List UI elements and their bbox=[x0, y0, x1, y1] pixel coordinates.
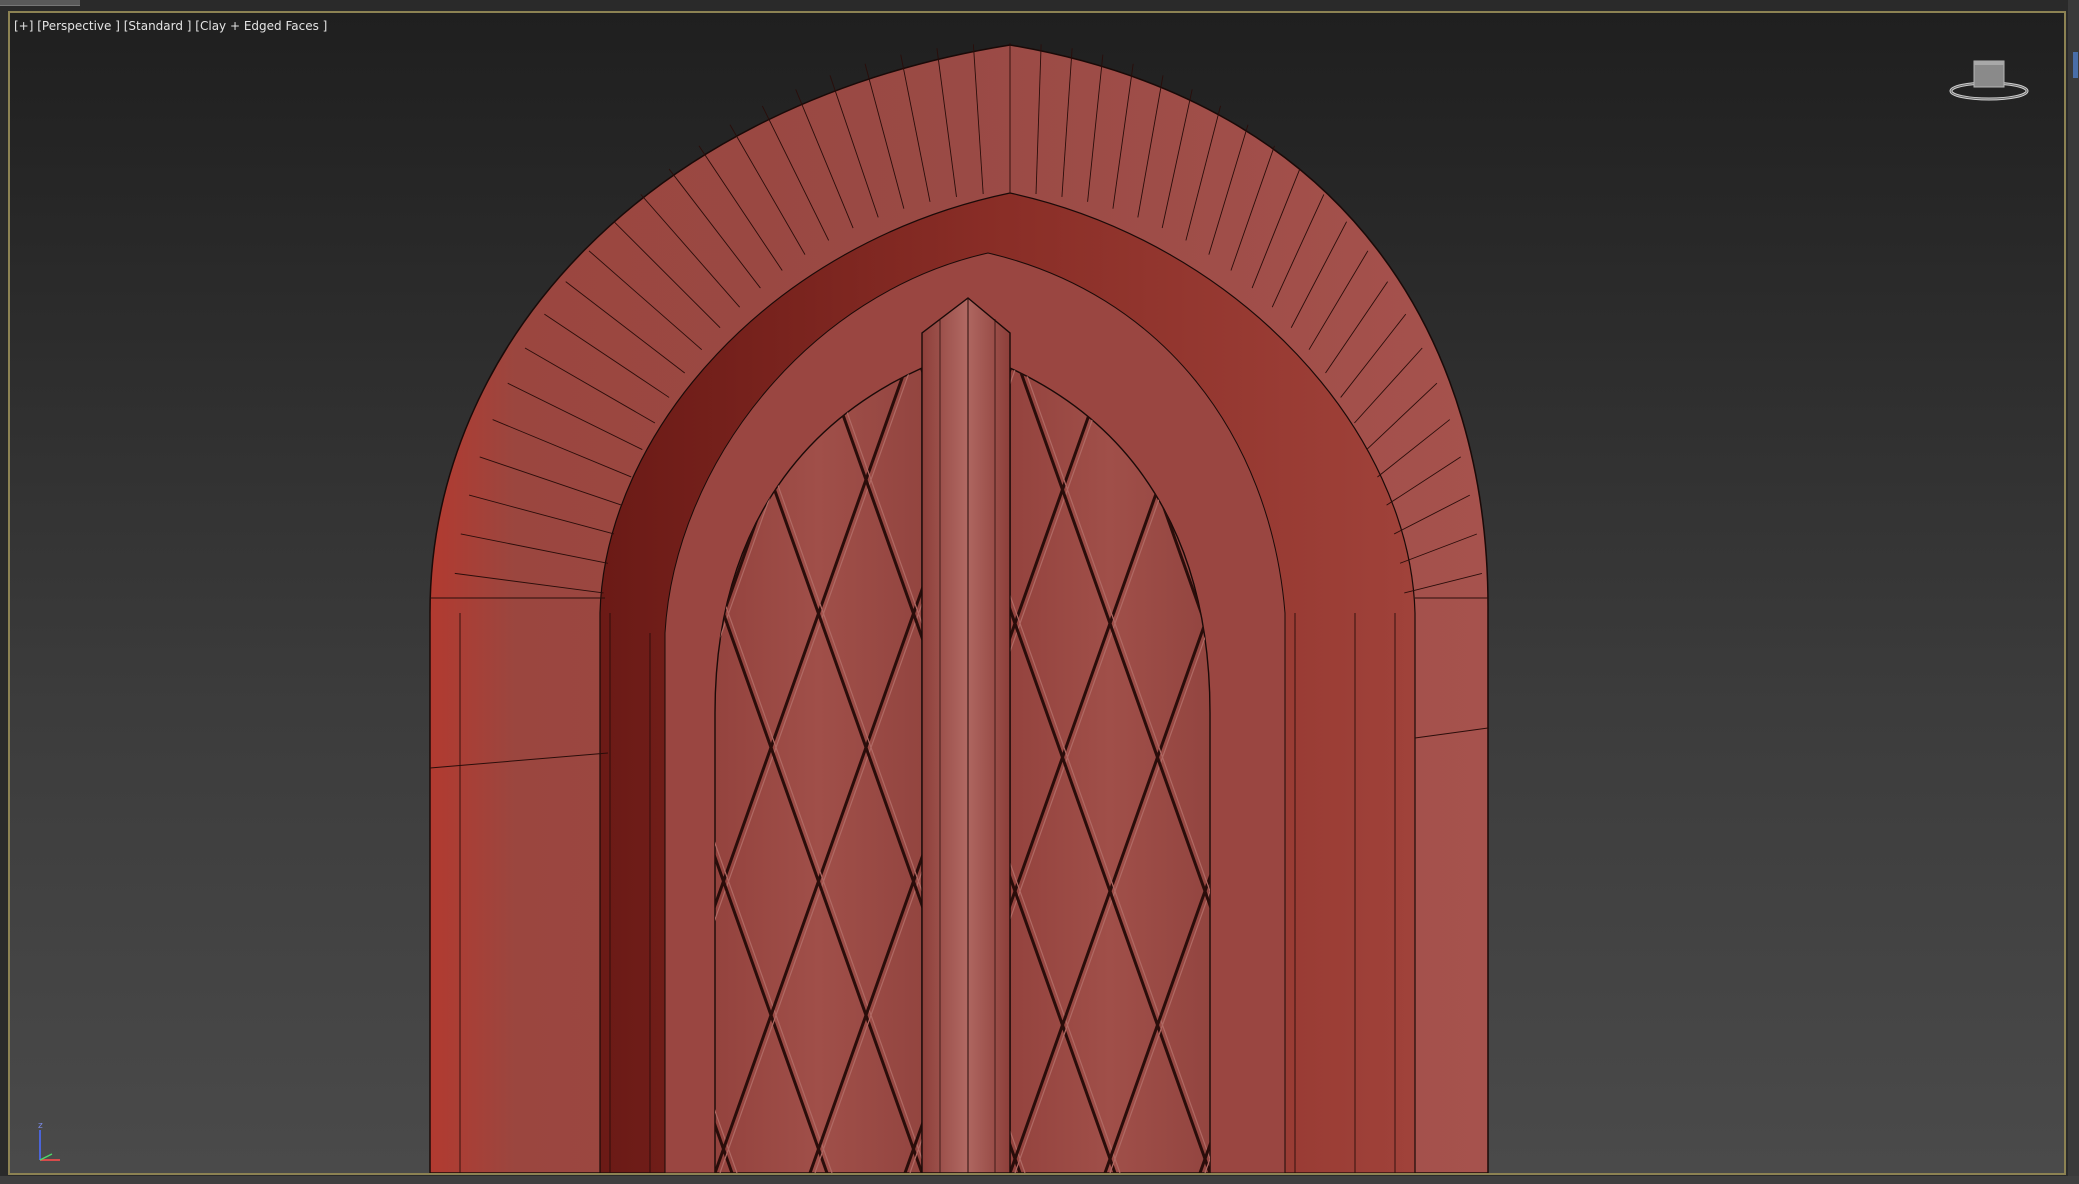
viewport-tab[interactable] bbox=[0, 0, 80, 6]
lattice-bar bbox=[1665, 13, 2064, 1173]
lattice-bar-highlight bbox=[1955, 13, 2064, 1173]
lattice-bar bbox=[1475, 13, 1970, 1173]
viewcube-icon[interactable] bbox=[1944, 51, 2034, 111]
lattice-bar-highlight bbox=[1857, 13, 2064, 1173]
lattice-bar-highlight bbox=[1585, 13, 2064, 1173]
lattice-bar bbox=[1472, 13, 1967, 1173]
lattice-bar-highlight bbox=[10, 13, 170, 1173]
axis-tripod-icon: z bbox=[38, 1121, 60, 1161]
lattice-bar-highlight bbox=[1670, 13, 2064, 1173]
lattice-bar-highlight bbox=[10, 13, 452, 1173]
lattice-bar bbox=[10, 13, 70, 1173]
lattice-bar bbox=[1675, 13, 2064, 1173]
lattice-bar-highlight bbox=[10, 13, 370, 1173]
lattice-bar-highlight bbox=[10, 13, 167, 1173]
lattice-bar bbox=[10, 13, 460, 1173]
lattice-bar-highlight bbox=[10, 13, 265, 1173]
lattice-bar-highlight bbox=[1952, 13, 2064, 1173]
lattice-bar-highlight bbox=[10, 13, 455, 1173]
lattice-bar-highlight bbox=[2050, 13, 2064, 1173]
lattice-bar bbox=[10, 13, 447, 1173]
lattice-bar bbox=[1770, 13, 2064, 1173]
lattice-bar bbox=[10, 13, 165, 1173]
axis-z-label: z bbox=[38, 1121, 43, 1131]
lattice-bar bbox=[1760, 13, 2064, 1173]
lattice-bar bbox=[10, 13, 450, 1173]
lattice-bar-highlight bbox=[10, 13, 265, 1173]
lattice-bar bbox=[10, 13, 355, 1173]
lattice-bar bbox=[1580, 13, 2064, 1173]
lattice-bar bbox=[1662, 13, 2064, 1173]
lattice-bar bbox=[10, 13, 450, 1173]
lattice-bar-highlight bbox=[1762, 13, 2064, 1173]
lattice-bar bbox=[10, 13, 165, 1173]
lattice-bar-highlight bbox=[1670, 13, 2064, 1173]
lattice-bar-highlight bbox=[1477, 13, 1972, 1173]
lattice-bar bbox=[1570, 13, 2064, 1173]
lattice-bar-highlight bbox=[10, 13, 75, 1173]
lattice-bar bbox=[1485, 13, 1980, 1173]
lattice-bar bbox=[10, 13, 67, 1173]
lattice-bar-highlight bbox=[10, 13, 262, 1173]
lattice-bar-highlight bbox=[10, 13, 360, 1173]
lattice-bar bbox=[10, 13, 355, 1173]
lattice-bar-highlight bbox=[1480, 13, 1975, 1173]
lattice-bar bbox=[2055, 13, 2064, 1173]
perspective-viewport[interactable]: [+] [Perspective ] [Standard ] [Clay + E… bbox=[8, 11, 2066, 1175]
scene-canvas[interactable] bbox=[10, 13, 2064, 1173]
lattice-bar bbox=[10, 13, 352, 1173]
lattice-bar-highlight bbox=[10, 13, 72, 1173]
lattice-bar-highlight bbox=[1860, 13, 2064, 1173]
lattice-bar-highlight bbox=[2060, 13, 2064, 1173]
lattice-bar-highlight bbox=[1680, 13, 2064, 1173]
lattice-bar-highlight bbox=[1575, 13, 2064, 1173]
lattice-bar-highlight bbox=[10, 13, 170, 1173]
lattice-bar-highlight bbox=[10, 13, 465, 1173]
lattice-bar bbox=[1950, 13, 2064, 1173]
lattice-bar bbox=[1665, 13, 2064, 1173]
lattice-bar-highlight bbox=[10, 13, 357, 1173]
lattice-bar bbox=[1475, 13, 1970, 1173]
lattice-bar-highlight bbox=[10, 13, 455, 1173]
lattice-bar-highlight bbox=[10, 13, 75, 1173]
lattice-bar-highlight bbox=[1765, 13, 2064, 1173]
lattice-bar bbox=[1757, 13, 2064, 1173]
lattice-bar bbox=[1760, 13, 2064, 1173]
lattice-bar bbox=[1950, 13, 2064, 1173]
lattice-bar-highlight bbox=[1870, 13, 2064, 1173]
lattice-bar-highlight bbox=[1860, 13, 2064, 1173]
lattice-bar bbox=[10, 13, 257, 1173]
lattice-bar bbox=[2045, 13, 2064, 1173]
lattice-bar bbox=[1570, 13, 2064, 1173]
lattice-bar bbox=[1960, 13, 2064, 1173]
lattice-bar bbox=[1855, 13, 2064, 1173]
lattice-bar bbox=[1567, 13, 2062, 1173]
lattice-bar-highlight bbox=[1490, 13, 1985, 1173]
center-mullion[interactable] bbox=[921, 297, 1011, 1173]
lattice-bar-highlight bbox=[1667, 13, 2064, 1173]
lattice-bar-highlight bbox=[1955, 13, 2064, 1173]
lattice-bar bbox=[1855, 13, 2064, 1173]
right-panel-edge bbox=[2068, 0, 2079, 1184]
lattice-bar-highlight bbox=[2050, 13, 2064, 1173]
lattice-bar bbox=[1947, 13, 2064, 1173]
lattice-bar bbox=[10, 13, 70, 1173]
lattice-bar-highlight bbox=[1765, 13, 2064, 1173]
lattice-bar bbox=[2045, 13, 2064, 1173]
lattice-bar bbox=[10, 13, 365, 1173]
lattice-bar-highlight bbox=[1965, 13, 2064, 1173]
lattice-bar bbox=[1865, 13, 2064, 1173]
lattice-bar-highlight bbox=[10, 13, 360, 1173]
lattice-bar bbox=[1852, 13, 2064, 1173]
lattice-bar-highlight bbox=[1775, 13, 2064, 1173]
lattice-bar-highlight bbox=[1572, 13, 2064, 1173]
lattice-bar bbox=[10, 13, 260, 1173]
lattice-bar bbox=[10, 13, 260, 1173]
lattice-bar-highlight bbox=[1480, 13, 1975, 1173]
max-app-window: [+] [Perspective ] [Standard ] [Clay + E… bbox=[0, 0, 2079, 1184]
bottom-status-edge bbox=[0, 1176, 2079, 1184]
lattice-bar-highlight bbox=[1575, 13, 2064, 1173]
command-panel-tab[interactable] bbox=[2073, 52, 2078, 78]
lattice-bar bbox=[10, 13, 162, 1173]
